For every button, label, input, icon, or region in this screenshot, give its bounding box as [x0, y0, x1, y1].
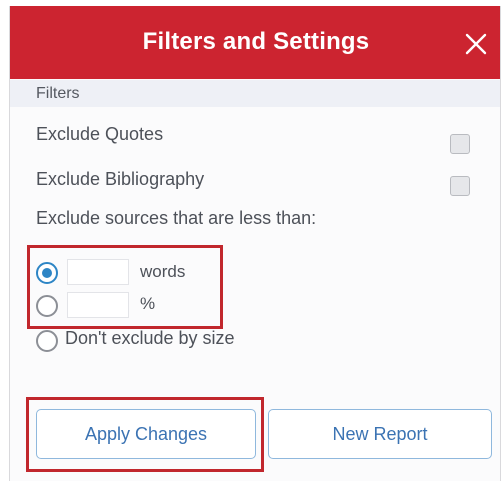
new-report-button[interactable]: New Report: [268, 409, 492, 459]
words-input[interactable]: [67, 259, 129, 285]
filters-settings-panel: Filters and Settings Filters Exclude Quo…: [9, 6, 501, 481]
dialog-header: Filters and Settings: [10, 6, 500, 79]
no-size-exclusion-label: Don't exclude by size: [65, 328, 235, 348]
radio-percent[interactable]: [36, 295, 58, 317]
words-unit-label: words: [140, 262, 186, 281]
exclude-quotes-label: Exclude Quotes: [36, 124, 164, 144]
apply-changes-button[interactable]: Apply Changes: [36, 409, 256, 459]
exclude-bibliography-label: Exclude Bibliography: [36, 169, 205, 189]
radio-words[interactable]: [36, 262, 58, 284]
dialog-title: Filters and Settings: [142, 28, 370, 55]
percent-unit-label: %: [140, 294, 156, 313]
exclude-bibliography-checkbox[interactable]: [450, 176, 470, 196]
percent-input[interactable]: [67, 292, 129, 318]
close-button[interactable]: [460, 28, 492, 60]
close-icon: [465, 33, 487, 55]
radio-selected-dot: [42, 268, 52, 278]
filters-section-header: Filters: [10, 80, 500, 107]
filters-section-label: Filters: [36, 85, 80, 102]
size-threshold-prompt: Exclude sources that are less than:: [36, 208, 317, 228]
exclude-quotes-checkbox[interactable]: [450, 134, 470, 154]
radio-no-size-exclusion[interactable]: [36, 330, 58, 352]
